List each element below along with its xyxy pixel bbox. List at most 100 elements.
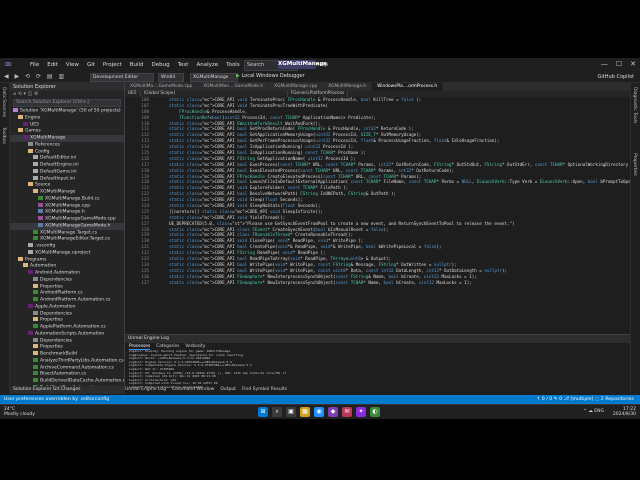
tree-item[interactable]: Properties [10, 317, 124, 324]
taskbar-app-icon[interactable]: ◐ [370, 407, 380, 417]
tree-item[interactable]: XGMultiManage.Build.cs [10, 195, 124, 203]
tree-item[interactable]: References [10, 141, 124, 149]
tab-find-symbol[interactable]: Find Symbol Results [242, 386, 287, 393]
folder-icon [33, 283, 38, 288]
startup-project-dropdown[interactable]: XGMultiManage [190, 73, 238, 82]
taskbar-app-icon[interactable]: ◆ [328, 407, 338, 417]
diagnostic-tools-tab[interactable]: Diagnostic Tools [632, 87, 637, 123]
maximize-button[interactable]: ☐ [616, 60, 622, 68]
processes-tab[interactable]: Processes [129, 343, 151, 350]
tree-item[interactable]: Dependencies [10, 310, 124, 318]
menu-item-file[interactable]: File [26, 61, 43, 69]
tree-item[interactable]: Programs [10, 256, 124, 264]
toolbox-tab[interactable]: Toolbox [1, 127, 6, 144]
tree-item[interactable]: BisectAutomation.cs [10, 371, 124, 378]
editor-tab[interactable]: XGMultiManage.h [323, 83, 373, 91]
tree-item[interactable]: XGMultiManage.uproject [10, 249, 124, 257]
log-output[interactable]: LogInit: Display: Running engine for gam… [125, 350, 630, 388]
tree-item[interactable]: Solution 'XGMultiManage' (50 of 50 proje… [10, 108, 124, 115]
tree-item[interactable]: Properties [10, 344, 124, 351]
tab-output[interactable]: Output [220, 386, 236, 393]
tree-item[interactable]: BenchmarkBuild [10, 351, 124, 358]
configuration-dropdown[interactable]: Development Editor [90, 73, 154, 82]
status-git-info[interactable]: ↑ 0 / 0 ✎ 0 ⎇ [multiple] ⬚ 2 Repositorie… [536, 395, 634, 404]
copilot-button[interactable]: GitHub Copilot [598, 73, 634, 81]
clock-date: 2024/8/30 [612, 412, 636, 417]
menu-item-view[interactable]: View [62, 61, 83, 69]
menu-item-analyze[interactable]: Analyze [192, 61, 222, 69]
tree-item[interactable]: Dependencies [10, 337, 124, 345]
tree-item[interactable]: ArchiveCommand.Automation.cs [10, 364, 124, 372]
menu-item-git[interactable]: Git [83, 61, 99, 69]
tree-item[interactable]: AnalyzeThirdPartyLibs.Automation.cs [10, 357, 124, 365]
tree-item[interactable]: Config [10, 148, 124, 156]
taskbar-app-icon[interactable]: ▣ [286, 407, 296, 417]
editor-tab[interactable]: WindowsPla....ormProcess.h [372, 83, 444, 91]
tree-item[interactable]: Source [10, 182, 124, 189]
editor-tab[interactable]: XGMultiManage.cpp [269, 83, 324, 91]
tree-item-label: Android.Automation [35, 270, 81, 276]
taskbar-app-icon[interactable]: ⊞ [258, 407, 268, 417]
tree-item[interactable]: AndroidPlatform.cs [10, 290, 124, 297]
tree-item[interactable]: AndroidPlatform.Automation.cs [10, 297, 124, 304]
taskbar-app-icon[interactable]: ⌕ [272, 407, 282, 417]
tree-item[interactable]: .vsconfig [10, 243, 124, 250]
tree-item[interactable]: UE5 [10, 121, 124, 129]
tree-item[interactable]: XGMultiManage [10, 189, 124, 196]
categories-tab[interactable]: Categories [156, 343, 179, 350]
properties-tab[interactable]: Properties [632, 153, 637, 176]
weather-widget[interactable]: 24°C Mostly cloudy [4, 407, 35, 417]
taskbar-app-icon[interactable]: ✉ [342, 407, 352, 417]
toolbar-icons[interactable]: ◀ ▶ ⟲ ⟳ ▤ ▥ [4, 73, 66, 80]
tree-item[interactable]: XGMultiManageGameMode.cpp [10, 216, 124, 223]
menu-item-project[interactable]: Project [99, 61, 126, 69]
tree-item[interactable]: ApplePlatform.Automation.cs [10, 324, 124, 331]
tree-item[interactable]: Automation [10, 263, 124, 270]
data-sources-tab[interactable]: Data Sources [1, 87, 6, 117]
taskbar-app-icon[interactable]: ✦ [356, 407, 366, 417]
tree-item[interactable]: XGMultiManage.Target.cs [10, 229, 124, 237]
run-button[interactable]: ▶ Local Windows Debugger [236, 73, 305, 80]
minimize-button[interactable]: — [601, 60, 608, 68]
taskbar-app-icon[interactable]: ◉ [314, 407, 324, 417]
tree-item[interactable]: Properties [10, 283, 124, 291]
tree-item[interactable]: Games [10, 128, 124, 135]
tree-item[interactable]: Dependencies [10, 276, 124, 284]
tree-item[interactable]: Engine [10, 114, 124, 122]
tree-item[interactable]: XGMultiManage.h [10, 209, 124, 216]
taskbar-app-icon[interactable]: ▦ [300, 407, 310, 417]
verbosity-tab[interactable]: Verbosity [185, 343, 205, 350]
tab-unreal-log[interactable]: Unreal Engine Log [125, 386, 166, 393]
menu-item-debug[interactable]: Debug [148, 61, 174, 69]
editor-tab[interactable]: XGMultiMan....GameMode.h [198, 83, 270, 91]
solution-explorer-toolbar[interactable]: ⌂ ⟲ ▾ ◫ ⚙ [10, 91, 124, 98]
menu-item-edit[interactable]: Edit [43, 61, 62, 69]
tree-item[interactable]: DefaultEngine.ini [10, 162, 124, 169]
system-tray[interactable]: ^ ☁ ENG [583, 409, 604, 414]
solution-search-input[interactable]: Search Solution Explorer (Ctrl+;) [13, 99, 121, 107]
clock[interactable]: 17:22 2024/8/30 [613, 407, 636, 417]
tree-item[interactable]: BuildDerivedDataCache.Automation.cs [10, 378, 124, 385]
close-button[interactable]: ✕ [630, 60, 636, 68]
platform-dropdown[interactable]: Win64 [158, 73, 184, 82]
editor-tab[interactable]: XGMultiMa....GameMode.cpp [125, 83, 199, 91]
code-line[interactable]: 137 static class="mc">CORE_API FSemaphor… [125, 280, 630, 286]
solution-explorer-tabs[interactable]: Solution Explorer Git Changes [10, 386, 127, 394]
tab-command-window[interactable]: Command Window [172, 386, 214, 393]
tree-item[interactable]: DefaultEditor.ini [10, 155, 124, 162]
run-label: Local Windows Debugger [241, 73, 305, 79]
code-area[interactable]: 106 static class="mc">CORE_API void Term… [125, 97, 630, 333]
tree-item[interactable]: XGMultiManage [10, 135, 124, 142]
menu-item-tools[interactable]: Tools [222, 61, 244, 69]
tree-item[interactable]: AutomationScripts.Automation [10, 330, 124, 338]
tree-item[interactable]: DefaultInput.ini [10, 175, 124, 183]
tree-item[interactable]: Apple.Automation [10, 303, 124, 311]
tree-item[interactable]: XGMultiManageEditor.Target.cs [10, 236, 124, 243]
menu-item-build[interactable]: Build [126, 61, 148, 69]
menu-item-test[interactable]: Test [174, 61, 193, 69]
tree-item[interactable]: Android.Automation [10, 270, 124, 277]
tree-item[interactable]: XGMultiManage.cpp [10, 202, 124, 210]
solution-tree: Solution 'XGMultiManage' (50 of 50 proje… [10, 108, 124, 392]
tree-item[interactable]: DefaultGame.ini [10, 168, 124, 176]
tree-item[interactable]: XGMultiManageGameMode.h [10, 222, 124, 230]
